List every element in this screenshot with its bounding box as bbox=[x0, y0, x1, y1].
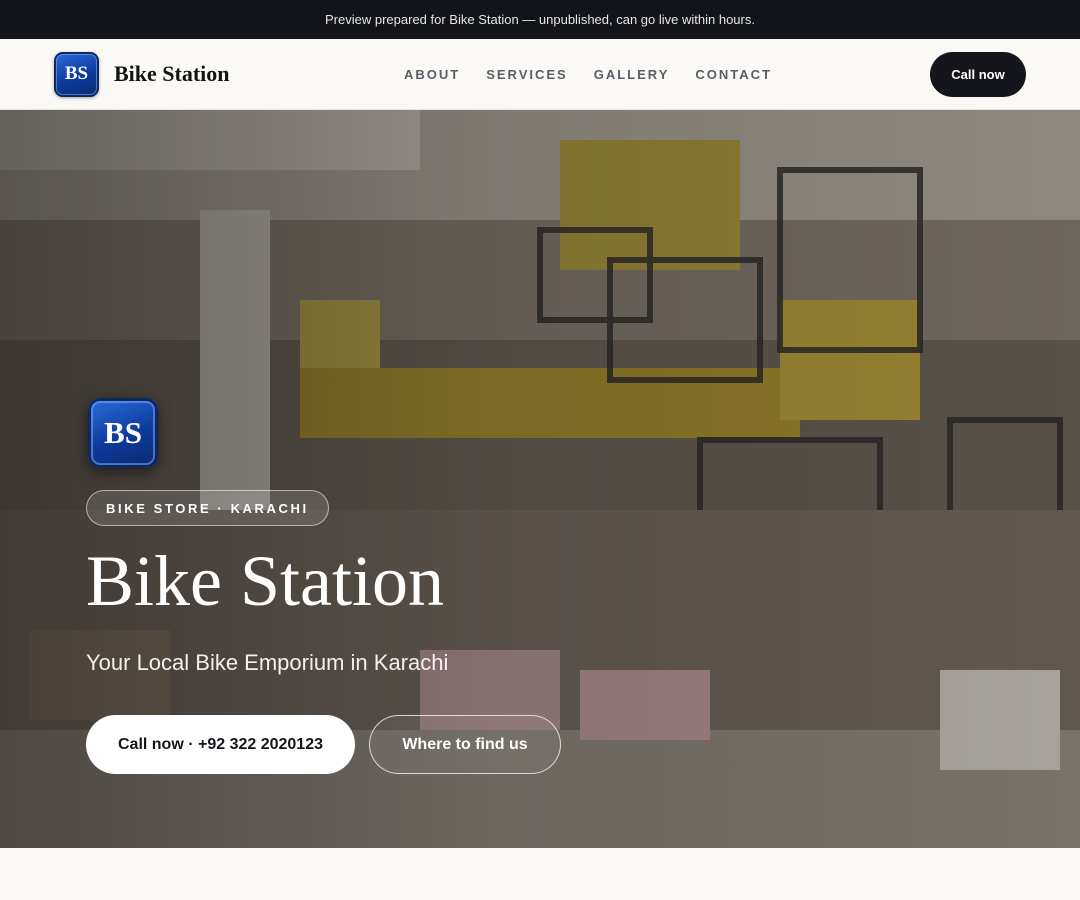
hero-subtitle: Your Local Bike Emporium in Karachi bbox=[86, 650, 449, 675]
hero-call-button[interactable]: Call now · +92 322 2020123 bbox=[86, 715, 355, 774]
hero-directions-button[interactable]: Where to find us bbox=[369, 715, 561, 774]
site-header: BS Bike Station ABOUT SERVICES GALLERY C… bbox=[0, 39, 1080, 110]
hero-eyebrow-pill: BIKE STORE · KARACHI bbox=[86, 490, 329, 526]
hero-logo-initials: BS bbox=[104, 415, 142, 450]
hero-title: Bike Station bbox=[86, 541, 444, 621]
logo-initials: BS bbox=[64, 63, 89, 84]
hero-logo-badge: BS bbox=[88, 398, 158, 468]
nav-services[interactable]: SERVICES bbox=[486, 67, 568, 82]
brand-name[interactable]: Bike Station bbox=[114, 61, 230, 87]
next-section bbox=[0, 848, 1080, 900]
header-call-button[interactable]: Call now bbox=[930, 51, 1026, 97]
nav-contact[interactable]: CONTACT bbox=[695, 67, 772, 82]
brand[interactable]: BS Bike Station bbox=[54, 51, 230, 97]
logo-badge[interactable]: BS bbox=[54, 51, 99, 97]
nav-gallery[interactable]: GALLERY bbox=[594, 67, 670, 82]
hero: BS BIKE STORE · KARACHI Bike Station You… bbox=[0, 110, 1080, 848]
nav-about[interactable]: ABOUT bbox=[404, 67, 460, 82]
preview-banner-text: Preview prepared for Bike Station — unpu… bbox=[325, 12, 755, 27]
main-nav: ABOUT SERVICES GALLERY CONTACT bbox=[404, 39, 772, 110]
preview-banner: Preview prepared for Bike Station — unpu… bbox=[0, 0, 1080, 39]
